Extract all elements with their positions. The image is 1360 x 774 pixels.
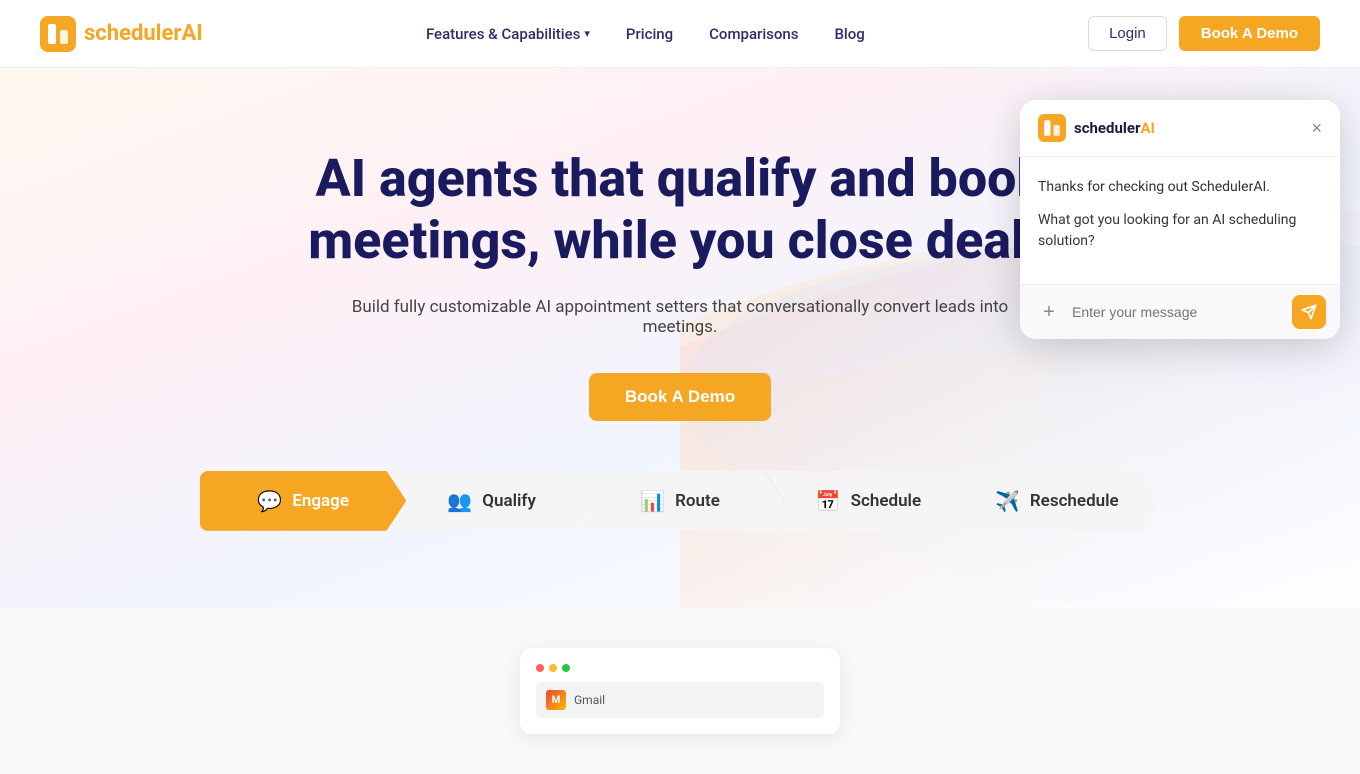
chevron-down-icon: ▾ xyxy=(584,27,590,40)
step-schedule[interactable]: 📅 Schedule xyxy=(765,471,971,531)
chat-message-1: Thanks for checking out SchedulerAI. xyxy=(1038,177,1322,198)
chat-message-2: What got you looking for an AI schedulin… xyxy=(1038,210,1322,252)
login-button[interactable]: Login xyxy=(1088,16,1167,51)
nav-blog[interactable]: Blog xyxy=(834,25,864,43)
chat-send-button[interactable] xyxy=(1292,295,1326,329)
content-area: M Gmail xyxy=(0,608,1360,774)
chat-input-area: + xyxy=(1020,284,1340,339)
reschedule-icon: ✈️ xyxy=(995,489,1020,513)
step-qualify[interactable]: 👥 Qualify xyxy=(388,471,594,531)
chat-widget: schedulerAI × Thanks for checking out Sc… xyxy=(1020,100,1340,339)
nav-features[interactable]: Features & Capabilities ▾ xyxy=(426,25,590,43)
logo-text: schedulerAI xyxy=(84,21,203,46)
send-icon xyxy=(1301,304,1317,320)
chat-close-button[interactable]: × xyxy=(1311,119,1322,137)
chat-messages: Thanks for checking out SchedulerAI. Wha… xyxy=(1020,157,1340,284)
browser-dot-green xyxy=(562,664,570,672)
gmail-label: Gmail xyxy=(574,693,605,707)
preview-card: M Gmail xyxy=(520,648,840,734)
browser-dot-red xyxy=(536,664,544,672)
navbar: schedulerAI Features & Capabilities ▾ Pr… xyxy=(0,0,1360,68)
chat-logo-text: schedulerAI xyxy=(1074,119,1155,137)
gmail-icon: M xyxy=(546,690,566,710)
book-demo-button-hero[interactable]: Book A Demo xyxy=(589,373,771,421)
hero-subtext: Build fully customizable AI appointment … xyxy=(330,297,1030,337)
book-demo-button-nav[interactable]: Book A Demo xyxy=(1179,16,1320,51)
chat-logo-icon xyxy=(1038,114,1066,142)
logo[interactable]: schedulerAI xyxy=(40,16,203,52)
step-engage[interactable]: 💬 Engage xyxy=(200,471,406,531)
chat-attach-button[interactable]: + xyxy=(1034,297,1064,327)
nav-links: Features & Capabilities ▾ Pricing Compar… xyxy=(426,25,865,43)
browser-dot-yellow xyxy=(549,664,557,672)
gmail-preview: M Gmail xyxy=(536,682,824,718)
nav-comparisons[interactable]: Comparisons xyxy=(709,25,798,43)
browser-bar xyxy=(536,664,824,672)
hero-heading: AI agents that qualify and book meetings… xyxy=(230,148,1130,273)
chat-header: schedulerAI × xyxy=(1020,100,1340,157)
steps-bar: 💬 Engage 👥 Qualify 📊 Route 📅 Schedule ✈️… xyxy=(200,471,1160,531)
engage-icon: 💬 xyxy=(257,489,282,513)
nav-pricing[interactable]: Pricing xyxy=(626,25,673,43)
chat-logo: schedulerAI xyxy=(1038,114,1155,142)
step-reschedule[interactable]: ✈️ Reschedule xyxy=(954,471,1160,531)
route-icon: 📊 xyxy=(640,489,665,513)
qualify-icon: 👥 xyxy=(447,489,472,513)
schedule-icon: 📅 xyxy=(816,489,841,513)
chat-input[interactable] xyxy=(1072,304,1284,320)
nav-actions: Login Book A Demo xyxy=(1088,16,1320,51)
step-route[interactable]: 📊 Route xyxy=(577,471,783,531)
logo-icon xyxy=(40,16,76,52)
